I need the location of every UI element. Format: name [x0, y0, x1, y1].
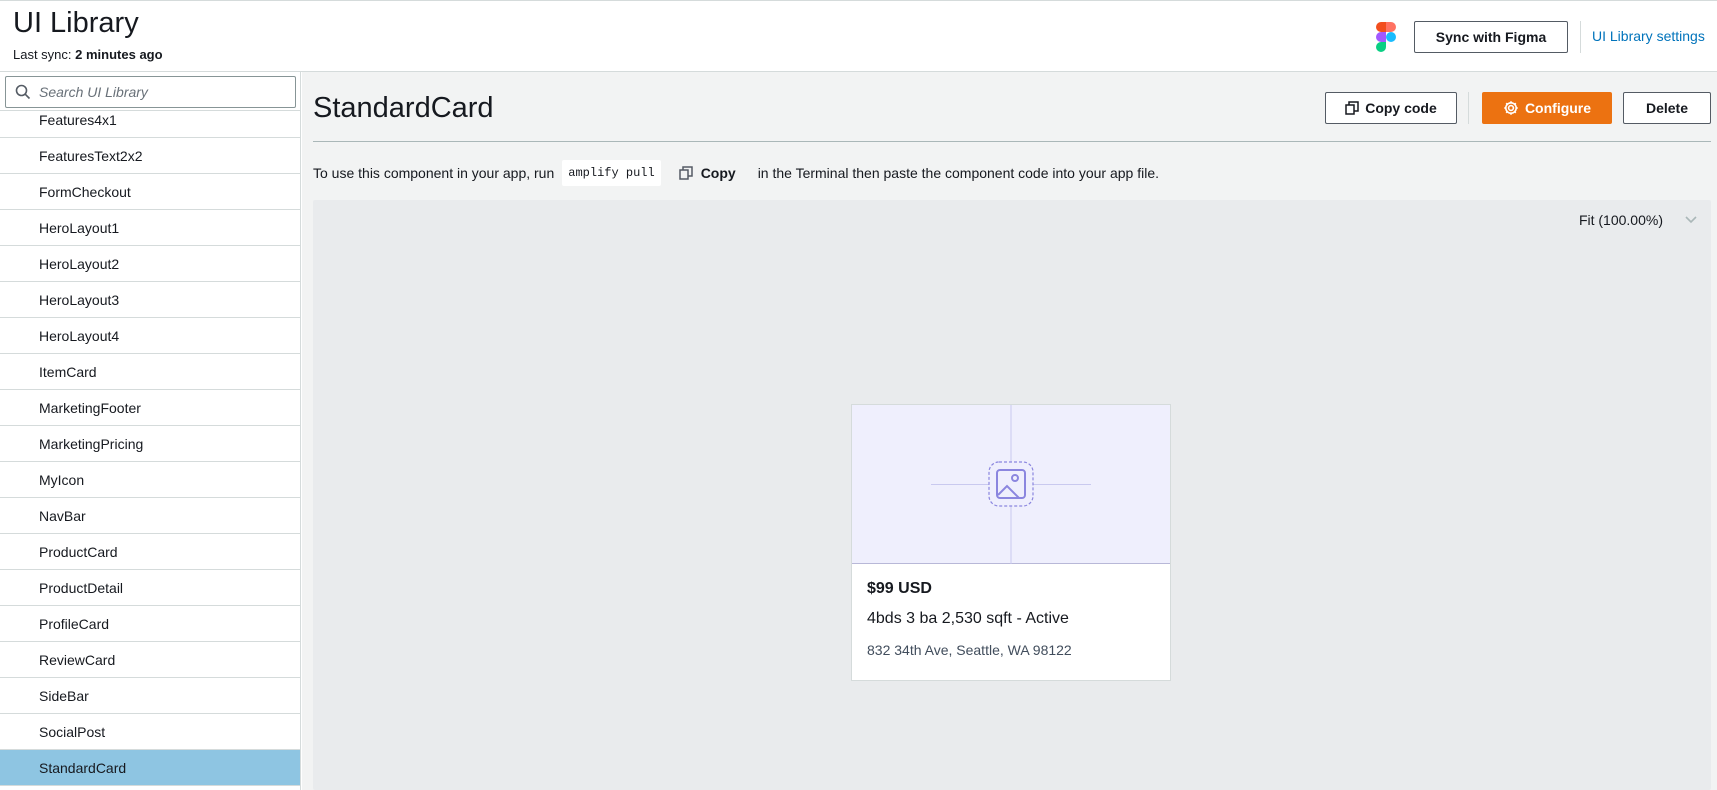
last-sync-value: 2 minutes ago	[75, 47, 163, 62]
search-input[interactable]	[39, 84, 289, 100]
sidebar-item-itemcard[interactable]: ItemCard	[0, 354, 300, 390]
sidebar-item-myicon[interactable]: MyIcon	[0, 462, 300, 498]
app-title: UI Library	[13, 7, 139, 39]
divider	[1468, 92, 1469, 124]
component-title: StandardCard	[313, 92, 494, 124]
last-sync-label: Last sync:	[13, 47, 72, 62]
sidebar-item-marketingpricing[interactable]: MarketingPricing	[0, 426, 300, 462]
sidebar-item-reviewcard[interactable]: ReviewCard	[0, 642, 300, 678]
sidebar-item-herolayout1[interactable]: HeroLayout1	[0, 210, 300, 246]
sidebar-item-herolayout4[interactable]: HeroLayout4	[0, 318, 300, 354]
copy-code-label: Copy code	[1365, 100, 1437, 116]
sidebar-item-standardcard[interactable]: StandardCard	[0, 750, 300, 786]
zoom-select[interactable]: Fit (100.00%)	[1579, 212, 1697, 228]
preview-canvas[interactable]: Fit (100.00%) $99 USD 4bds 3 ba 2,530 sq…	[313, 200, 1711, 790]
component-list: Features4x1 FeaturesText2x2 FormCheckout He…	[0, 110, 300, 786]
main-panel: StandardCard Copy code Configure Delete …	[302, 72, 1717, 790]
top-bar: UI Library Last sync: 2 minutes ago Sync…	[0, 0, 1717, 72]
search-box[interactable]	[5, 76, 296, 108]
sidebar-item-featurestext2x2[interactable]: FeaturesText2x2	[0, 138, 300, 174]
divider	[313, 141, 1711, 142]
figma-icon	[1376, 22, 1396, 52]
sidebar-item-productcard[interactable]: ProductCard	[0, 534, 300, 570]
sidebar-item-herolayout3[interactable]: HeroLayout3	[0, 282, 300, 318]
search-icon	[15, 84, 31, 100]
gear-icon	[1504, 101, 1518, 115]
instructions-prefix: To use this component in your app, run	[313, 165, 555, 181]
copy-command-button[interactable]: Copy	[678, 165, 736, 181]
command-code: amplify pull	[562, 160, 661, 186]
copy-code-button[interactable]: Copy code	[1325, 92, 1457, 124]
instructions-suffix: in the Terminal then paste the component…	[757, 165, 1160, 181]
copy-command-label: Copy	[700, 165, 736, 181]
sidebar-item-marketingfooter[interactable]: MarketingFooter	[0, 390, 300, 426]
usage-instructions: To use this component in your app, run a…	[313, 160, 1159, 186]
configure-label: Configure	[1524, 100, 1592, 116]
ui-library-settings-link[interactable]: UI Library settings	[1592, 28, 1705, 44]
delete-button[interactable]: Delete	[1623, 92, 1711, 124]
copy-icon	[678, 166, 693, 180]
zoom-value: Fit (100.00%)	[1578, 212, 1663, 228]
standard-card-preview: $99 USD 4bds 3 ba 2,530 sqft - Active 83…	[851, 404, 1171, 681]
sidebar-item-socialpost[interactable]: SocialPost	[0, 714, 300, 750]
sidebar-item-formcheckout[interactable]: FormCheckout	[0, 174, 300, 210]
chevron-down-icon	[1685, 216, 1697, 224]
card-address: 832 34th Ave, Seattle, WA 98122	[867, 642, 1072, 658]
sidebar-item-herolayout2[interactable]: HeroLayout2	[0, 246, 300, 282]
sidebar-item-sidebar[interactable]: SideBar	[0, 678, 300, 714]
sidebar-item-productdetail[interactable]: ProductDetail	[0, 570, 300, 606]
sidebar-item-navbar[interactable]: NavBar	[0, 498, 300, 534]
sidebar-item-features4x1[interactable]: Features4x1	[0, 111, 300, 138]
card-details: 4bds 3 ba 2,530 sqft - Active	[867, 610, 1069, 627]
card-price: $99 USD	[867, 580, 932, 597]
card-image-placeholder	[852, 405, 1170, 564]
configure-button[interactable]: Configure	[1482, 92, 1612, 124]
component-sidebar: Features4x1FeaturesText2x2FormCheckoutHe…	[0, 72, 301, 790]
sync-with-figma-button[interactable]: Sync with Figma	[1414, 21, 1568, 53]
last-sync: Last sync: 2 minutes ago	[13, 47, 163, 62]
divider	[1580, 21, 1581, 53]
copy-icon	[1345, 101, 1359, 115]
image-placeholder-icon	[931, 405, 1091, 564]
sidebar-item-profilecard[interactable]: ProfileCard	[0, 606, 300, 642]
